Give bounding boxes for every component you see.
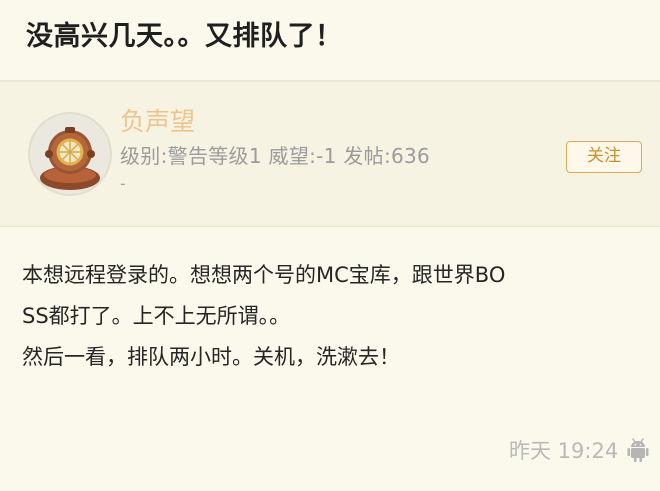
- author-panel: 负声望 级别:警告等级1 威望:-1 发帖:636 - 关注: [0, 82, 660, 226]
- follow-button[interactable]: 关注: [566, 141, 642, 173]
- author-name[interactable]: 负声望: [120, 102, 195, 138]
- author-meta-extra: -: [120, 174, 126, 193]
- android-icon: [627, 438, 649, 462]
- author-meta: 级别:警告等级1 威望:-1 发帖:636: [120, 144, 431, 168]
- thread-title: 没高兴几天。。又排队了！: [26, 21, 343, 52]
- author-divider: [0, 226, 660, 227]
- post-body: 本想远程登录的。想想两个号的MC宝库，跟世界BO SS都打了。上不上无所谓。。 …: [22, 255, 642, 378]
- author-avatar[interactable]: [28, 112, 112, 196]
- post-line: 然后一看，排队两小时。关机，洗漱去！: [22, 345, 400, 369]
- diving-helmet-avatar-icon: [30, 114, 110, 194]
- post-time: 昨天 19:24: [509, 439, 619, 463]
- post-line: 本想远程登录的。想想两个号的MC宝库，跟世界BO: [22, 263, 506, 287]
- post-line: SS都打了。上不上无所谓。。: [22, 304, 291, 328]
